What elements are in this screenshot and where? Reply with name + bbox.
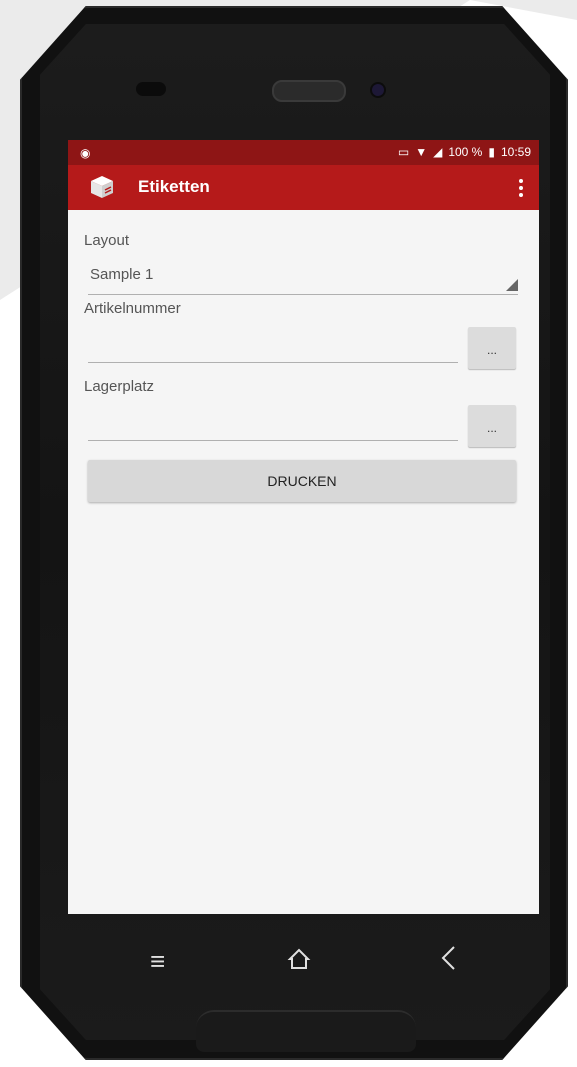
print-button[interactable]: DRUCKEN (88, 460, 516, 502)
layout-dropdown-value: Sample 1 (90, 266, 154, 283)
status-icons: ▭ ▼ ◢ 100 % ▮ 10:59 (398, 145, 531, 159)
toolbar-title: Etiketten (138, 177, 210, 196)
layout-dropdown[interactable]: Sample 1 (88, 256, 518, 295)
bottom-speaker-grille (196, 1010, 416, 1052)
more-vert-icon[interactable] (509, 173, 533, 203)
home-icon[interactable] (286, 946, 312, 972)
back-icon[interactable] (438, 944, 458, 972)
earpiece-speaker (272, 80, 346, 102)
article-number-label: Artikelnummer (84, 300, 181, 317)
battery-icon: ▮ (488, 145, 495, 159)
storage-location-label: Lagerplatz (84, 378, 155, 395)
menu-icon[interactable]: ≡ (150, 946, 165, 976)
article-number-field[interactable] (88, 326, 458, 363)
battery-text: 100 % (448, 145, 483, 159)
app-screen: ◉ ▭ ▼ ◢ 100 % ▮ 10:59 Etiketten Layout S… (68, 140, 539, 914)
dropdown-arrow-icon (506, 279, 518, 291)
front-camera (372, 84, 384, 96)
vibrate-icon: ▭ (397, 145, 410, 159)
storage-location-field[interactable] (88, 404, 458, 441)
box-icon (91, 176, 113, 198)
circle-dot-icon: ◉ (80, 146, 91, 160)
layout-label: Layout (84, 232, 130, 249)
article-number-picker-button[interactable]: ... (468, 327, 516, 369)
app-toolbar: Etiketten (68, 165, 539, 210)
status-bar: ◉ ▭ ▼ ◢ 100 % ▮ 10:59 (68, 140, 539, 165)
proximity-sensor (136, 82, 166, 96)
status-time: 10:59 (500, 145, 531, 159)
signal-icon: ◢ (433, 145, 443, 159)
wifi-icon: ▼ (415, 145, 428, 159)
storage-location-picker-button[interactable]: ... (468, 405, 516, 447)
